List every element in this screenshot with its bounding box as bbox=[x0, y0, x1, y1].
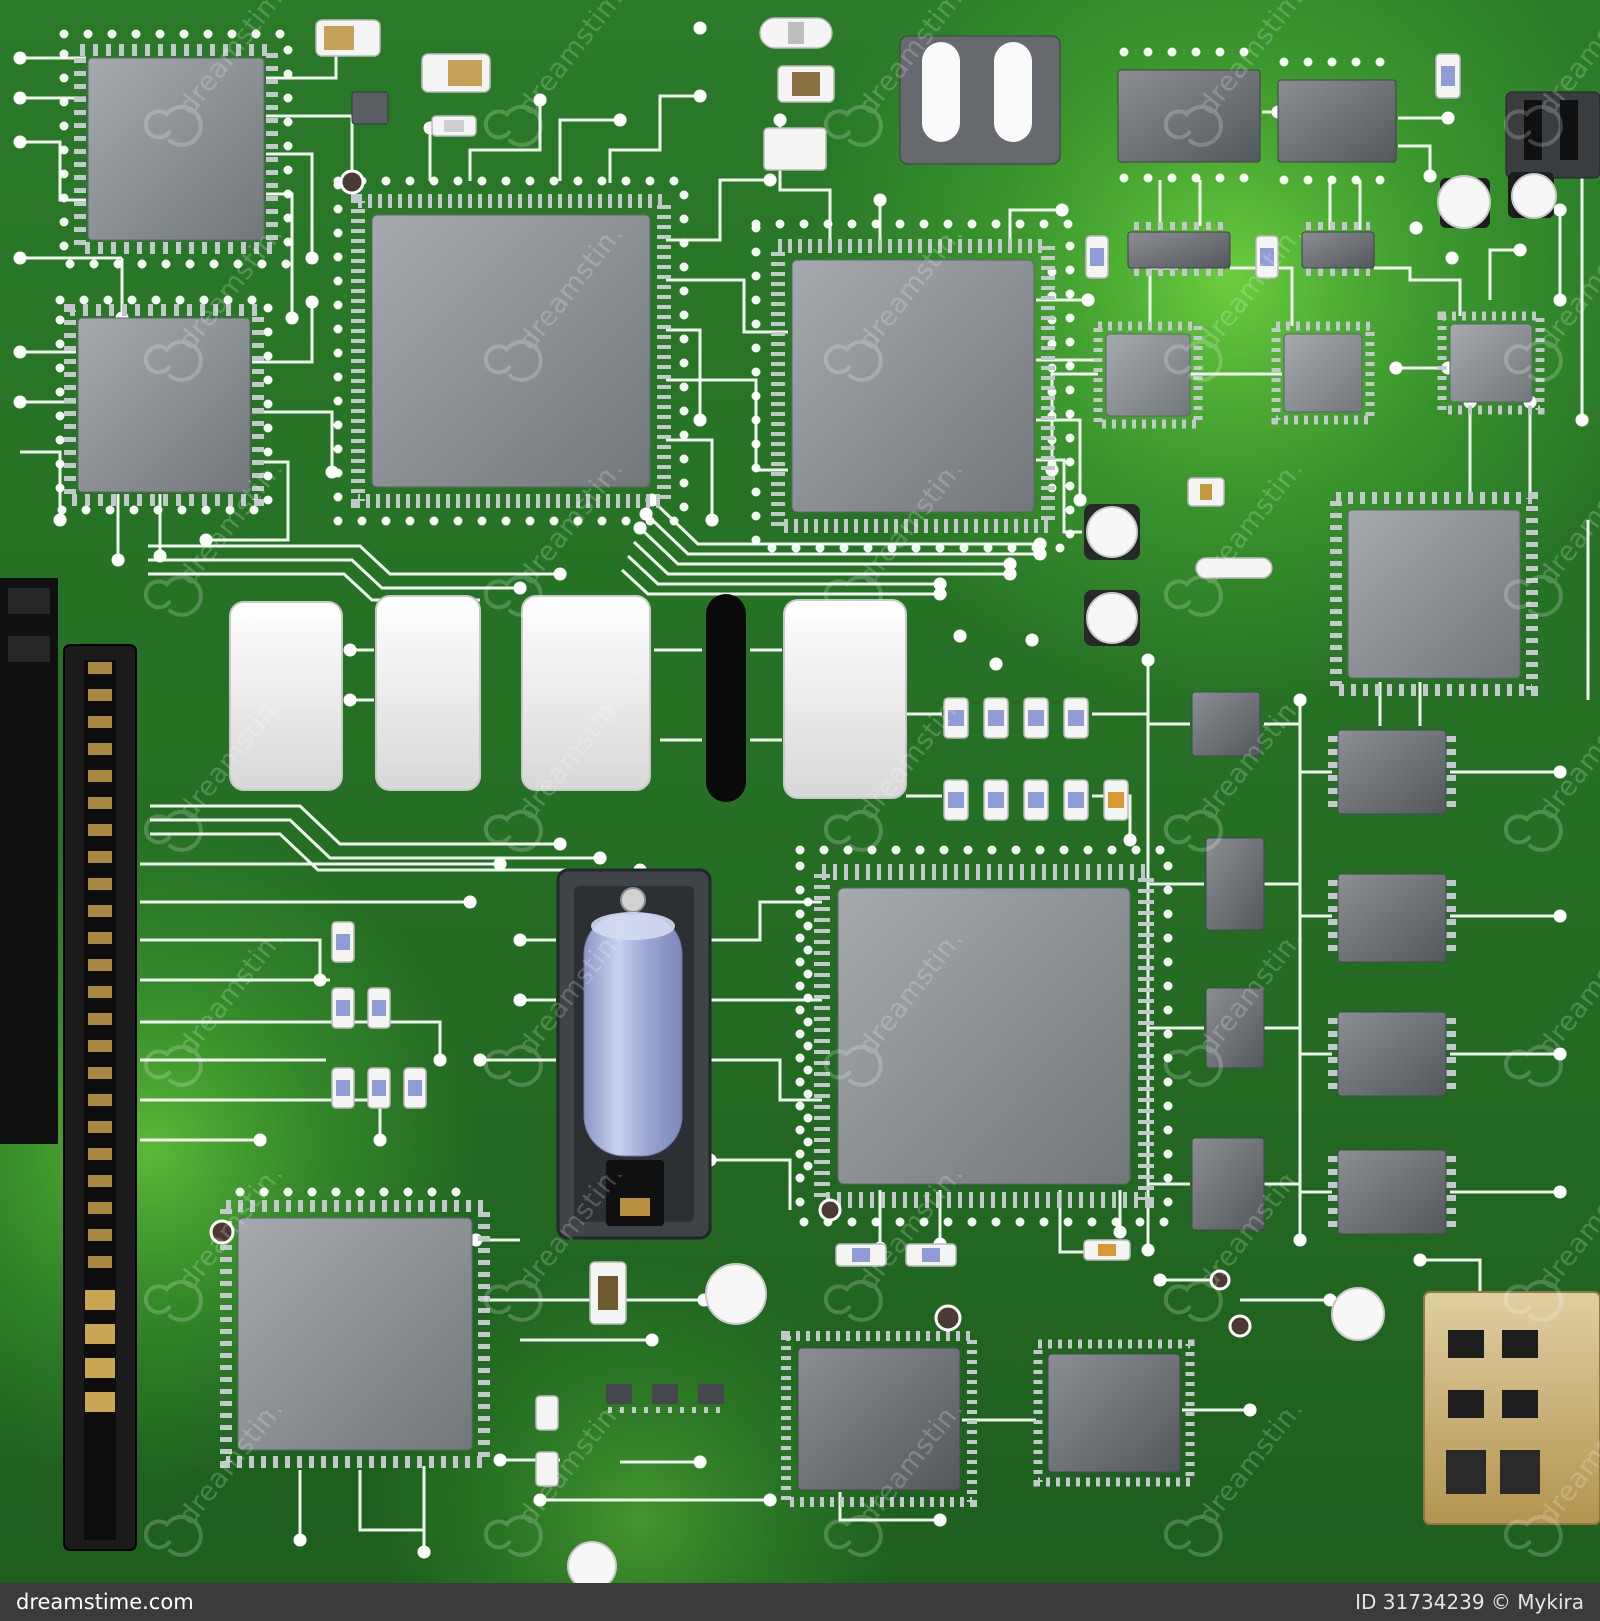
footer-site: dreamstime.com bbox=[16, 1590, 194, 1614]
circuit-board-graphic: dreamstime bbox=[0, 0, 1600, 1621]
footer-credit: ID 31734239 © Mykira bbox=[1355, 1590, 1584, 1614]
watermark-tiles bbox=[0, 0, 1600, 1583]
watermark-footer-bar: dreamstime.com ID 31734239 © Mykira bbox=[0, 1583, 1600, 1621]
circuit-board-image: dreamstime bbox=[0, 0, 1600, 1621]
